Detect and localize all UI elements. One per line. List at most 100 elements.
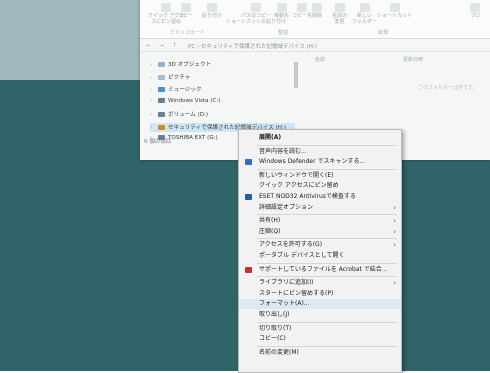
ribbon-button-label: 削除: [312, 13, 323, 19]
empty-folder-text: このフォルダーは空です。: [418, 85, 478, 91]
context-menu-item[interactable]: 詳細設定オプション ›: [239, 203, 401, 213]
context-menu-item-label: アクセスを許可する(G): [259, 241, 323, 249]
expand-arrow-icon[interactable]: ›: [150, 98, 158, 104]
ribbon-button-2[interactable]: 貼り付け: [202, 3, 222, 19]
context-menu-item[interactable]: 切り取り(T): [239, 324, 401, 334]
ribbon-button-8[interactable]: 新しい フォルダー: [352, 3, 377, 25]
context-menu-item[interactable]: 圧縮(Q) ›: [239, 227, 401, 237]
expand-arrow-icon[interactable]: ›: [150, 75, 158, 81]
submenu-arrow-icon: ›: [393, 217, 396, 226]
context-menu-item-label: コピー(C): [259, 335, 286, 343]
tree-item[interactable]: › ボリューム (D:): [150, 110, 295, 119]
context-menu-item-label: 新しいウィンドウで開く(E): [259, 171, 334, 179]
ribbon-button-sublabel: 変更: [334, 19, 345, 25]
pictures-icon: [158, 74, 165, 80]
breadcrumb[interactable]: PC › セキュリティで保護された記憶域デバイス (H:): [188, 42, 317, 50]
ribbon-button-sublabel: ショートカットの貼り付け: [226, 19, 287, 25]
submenu-arrow-icon: ›: [393, 227, 396, 236]
ribbon-button-4[interactable]: 移動先: [274, 3, 289, 19]
ribbon-button-9[interactable]: ショートカット: [377, 3, 412, 19]
context-menu-item[interactable]: 取り出し(J): [239, 310, 401, 320]
expand-arrow-icon[interactable]: ›: [150, 87, 158, 93]
cube-icon: [158, 62, 165, 67]
ribbon-button-label: コピー先: [292, 13, 313, 19]
expand-arrow-icon[interactable]: ›: [150, 62, 158, 68]
ribbon-button-6[interactable]: 削除: [312, 3, 322, 19]
context-menu-item[interactable]: 新しいウィンドウで開く(E): [239, 171, 401, 181]
tree-item[interactable]: › ミュージック: [150, 85, 295, 94]
tree-item-label: ピクチャ: [168, 74, 191, 81]
context-menu-item-label: 切り取り(T): [259, 324, 292, 332]
ribbon-button-icon: [180, 3, 191, 12]
context-menu-item[interactable]: ESET NOD32 Antivirusで検査する: [239, 192, 401, 202]
ribbon-group-label: 整理: [278, 30, 289, 36]
context-menu-item-label: 共有(H): [259, 217, 281, 225]
expand-arrow-icon[interactable]: ›: [150, 125, 158, 131]
drive-icon: [158, 97, 165, 103]
tree-item-label: TOSHIBA EXT (G:): [168, 135, 218, 141]
context-menu-item[interactable]: 展開(A): [239, 133, 401, 143]
ribbon-button-label: コピー: [178, 13, 194, 19]
ribbon-button-label: 移動先: [274, 13, 290, 19]
context-menu-item[interactable]: Windows Defender でスキャンする...: [239, 157, 401, 167]
navigation-arrows-icon[interactable]: ← → ↑: [146, 42, 180, 49]
column-header-date[interactable]: 更新日時: [403, 56, 423, 63]
context-menu-item-label: スタートにピン留めする(P): [259, 289, 334, 297]
tree-item-label: ミュージック: [168, 87, 202, 93]
secure-drive-icon: [158, 124, 165, 130]
context-menu-item[interactable]: フォーマット(A)...: [239, 299, 401, 310]
ribbon-button-10[interactable]: プロ: [470, 3, 480, 19]
submenu-arrow-icon: ›: [393, 241, 396, 250]
context-menu-item-label: Windows Defender でスキャンする...: [259, 158, 366, 166]
menu-separator: [257, 214, 397, 216]
ribbon-button-label: 貼り付け: [202, 13, 223, 19]
ribbon-button-sublabel: スにピン留め: [151, 19, 182, 25]
context-menu-item[interactable]: 共有(H) ›: [239, 216, 401, 226]
context-menu-item[interactable]: 音声内容を読む...: [239, 147, 401, 157]
context-menu-item[interactable]: ライブラリに追加(I) ›: [239, 278, 401, 288]
context-menu-item[interactable]: スタートにピン留めする(P): [239, 289, 401, 299]
ribbon-button-5[interactable]: コピー先: [292, 3, 312, 19]
ribbon-group-label: 新規: [378, 30, 389, 36]
column-header-name[interactable]: 名前: [315, 56, 325, 63]
tree-item[interactable]: › ピクチャ: [150, 73, 295, 82]
ribbon-button-icon: [359, 3, 370, 12]
drive-icon: [158, 112, 165, 117]
ribbon: クイック アクセ スにピン留め コピー 貼り付け パスのコピー ショートカットの貼り付け移…: [140, 0, 490, 39]
menu-separator: [257, 321, 397, 323]
ribbon-button-icon: [251, 3, 261, 12]
ribbon-button-label: ショートカット: [377, 13, 413, 19]
item-count: 0 個の項目: [144, 139, 172, 145]
context-menu-item[interactable]: クイック アクセスにピン留め: [239, 181, 401, 191]
context-menu-item-label: ESET NOD32 Antivirusで検査する: [259, 193, 356, 200]
context-menu-item[interactable]: サポートしているファイルを Acrobat で結合...: [239, 265, 401, 275]
ribbon-button-icon: [161, 3, 172, 12]
context-menu-item-label: フォーマット(A)...: [259, 300, 310, 308]
context-menu-item[interactable]: アクセスを許可する(G) ›: [239, 240, 401, 250]
ribbon-button-icon: [312, 3, 322, 12]
context-menu-item-label: ポータブル デバイスとして開く: [259, 252, 345, 259]
ribbon-button-icon: [334, 3, 345, 12]
context-menu-item[interactable]: ポータブル デバイスとして開く: [239, 251, 401, 261]
submenu-arrow-icon: ›: [393, 279, 396, 288]
tree-item[interactable]: › 3D オブジェクト: [150, 60, 295, 69]
menu-separator: [257, 276, 397, 278]
navigation-pane-scrollbar[interactable]: [294, 62, 298, 88]
context-menu-item[interactable]: 名前の変更(M): [239, 348, 401, 358]
ribbon-button-icon: [297, 3, 307, 12]
context-menu-item-label: サポートしているファイルを Acrobat で結合...: [259, 265, 388, 273]
context-menu-item-label: ライブラリに追加(I): [259, 279, 314, 287]
acrobat-icon: [245, 266, 252, 273]
tree-item[interactable]: › Windows Vista (C:): [150, 97, 295, 107]
ribbon-button-icon: [276, 3, 287, 12]
address-bar[interactable]: ← → ↑ PC › セキュリティで保護された記憶域デバイス (H:): [140, 40, 490, 52]
ribbon-button-7[interactable]: 名前の 変更: [332, 3, 347, 25]
ribbon-button-1[interactable]: コピー: [178, 3, 193, 19]
tree-item-label: 3D オブジェクト: [168, 62, 212, 68]
ribbon-button-icon: [470, 3, 480, 12]
submenu-arrow-icon: ›: [393, 203, 396, 212]
menu-separator: [257, 144, 397, 146]
context-menu-item[interactable]: コピー(C): [239, 334, 401, 344]
ribbon-button-icon: [207, 3, 217, 12]
expand-arrow-icon[interactable]: ›: [150, 112, 158, 118]
